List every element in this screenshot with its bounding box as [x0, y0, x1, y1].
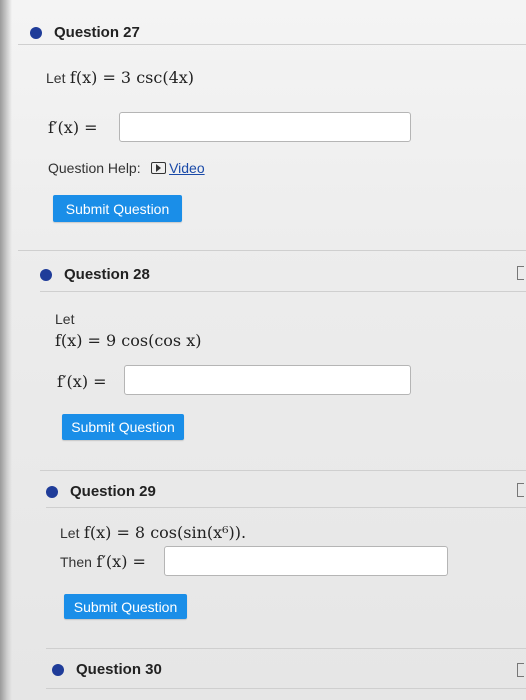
answer-input[interactable] — [164, 546, 448, 576]
question-title: Question 30 — [76, 661, 162, 678]
bullet-icon — [40, 268, 52, 281]
prompt-lead: Let — [60, 525, 80, 541]
bullet-icon — [52, 663, 64, 676]
question-28-header: Question 28 — [40, 266, 150, 283]
prompt-lead: Let — [46, 70, 66, 86]
submit-button[interactable]: Submit Question — [64, 594, 187, 619]
question-help-label: Question Help: — [48, 160, 141, 176]
question-separator — [40, 291, 526, 292]
play-video-icon — [151, 162, 167, 174]
page: Question 27 Let f(x) = 3 csc(4x) f′(x) =… — [0, 0, 526, 700]
question-separator — [46, 648, 526, 649]
question-separator — [18, 44, 526, 45]
question-30-header: Question 30 — [52, 661, 162, 678]
prompt-lead: Let — [55, 311, 75, 327]
question-27-prompt: Let f(x) = 3 csc(4x) — [46, 68, 194, 88]
answer-input[interactable] — [119, 112, 411, 142]
question-separator — [18, 250, 526, 251]
collapse-icon[interactable] — [517, 483, 524, 497]
question-29-prompt: Let f(x) = 8 cos(sin(x⁶)). — [60, 523, 246, 543]
bullet-icon — [30, 26, 42, 39]
question-title: Question 29 — [70, 483, 156, 500]
function-expression: f(x) = 9 cos(cos x) — [55, 331, 202, 350]
collapse-icon[interactable] — [517, 663, 524, 677]
question-separator — [40, 470, 526, 471]
answer-label: f′(x) = — [96, 552, 146, 571]
question-separator — [46, 688, 526, 689]
function-expression: f(x) = 3 csc(4x) — [69, 68, 195, 87]
submit-button[interactable]: Submit Question — [53, 195, 182, 222]
collapse-icon[interactable] — [517, 266, 524, 280]
screen-edge-shadow — [0, 0, 12, 700]
video-link-label: Video — [169, 160, 205, 176]
question-29-answer-row: Then f′(x) = — [60, 552, 146, 572]
question-help: Question Help: Video — [48, 160, 205, 178]
function-expression: f(x) = 8 cos(sin(x⁶)). — [83, 523, 247, 542]
answer-input[interactable] — [124, 365, 411, 395]
question-29-header: Question 29 — [46, 483, 156, 500]
question-title: Question 27 — [54, 24, 140, 41]
question-27-header: Question 27 — [30, 24, 140, 41]
bullet-icon — [46, 485, 58, 498]
question-title: Question 28 — [64, 266, 150, 283]
then-label: Then — [60, 554, 92, 570]
video-link[interactable]: Video — [151, 160, 205, 177]
submit-button[interactable]: Submit Question — [62, 414, 184, 440]
question-separator — [46, 507, 526, 508]
answer-label: f′(x) = — [48, 118, 98, 137]
answer-label: f′(x) = — [57, 372, 107, 391]
